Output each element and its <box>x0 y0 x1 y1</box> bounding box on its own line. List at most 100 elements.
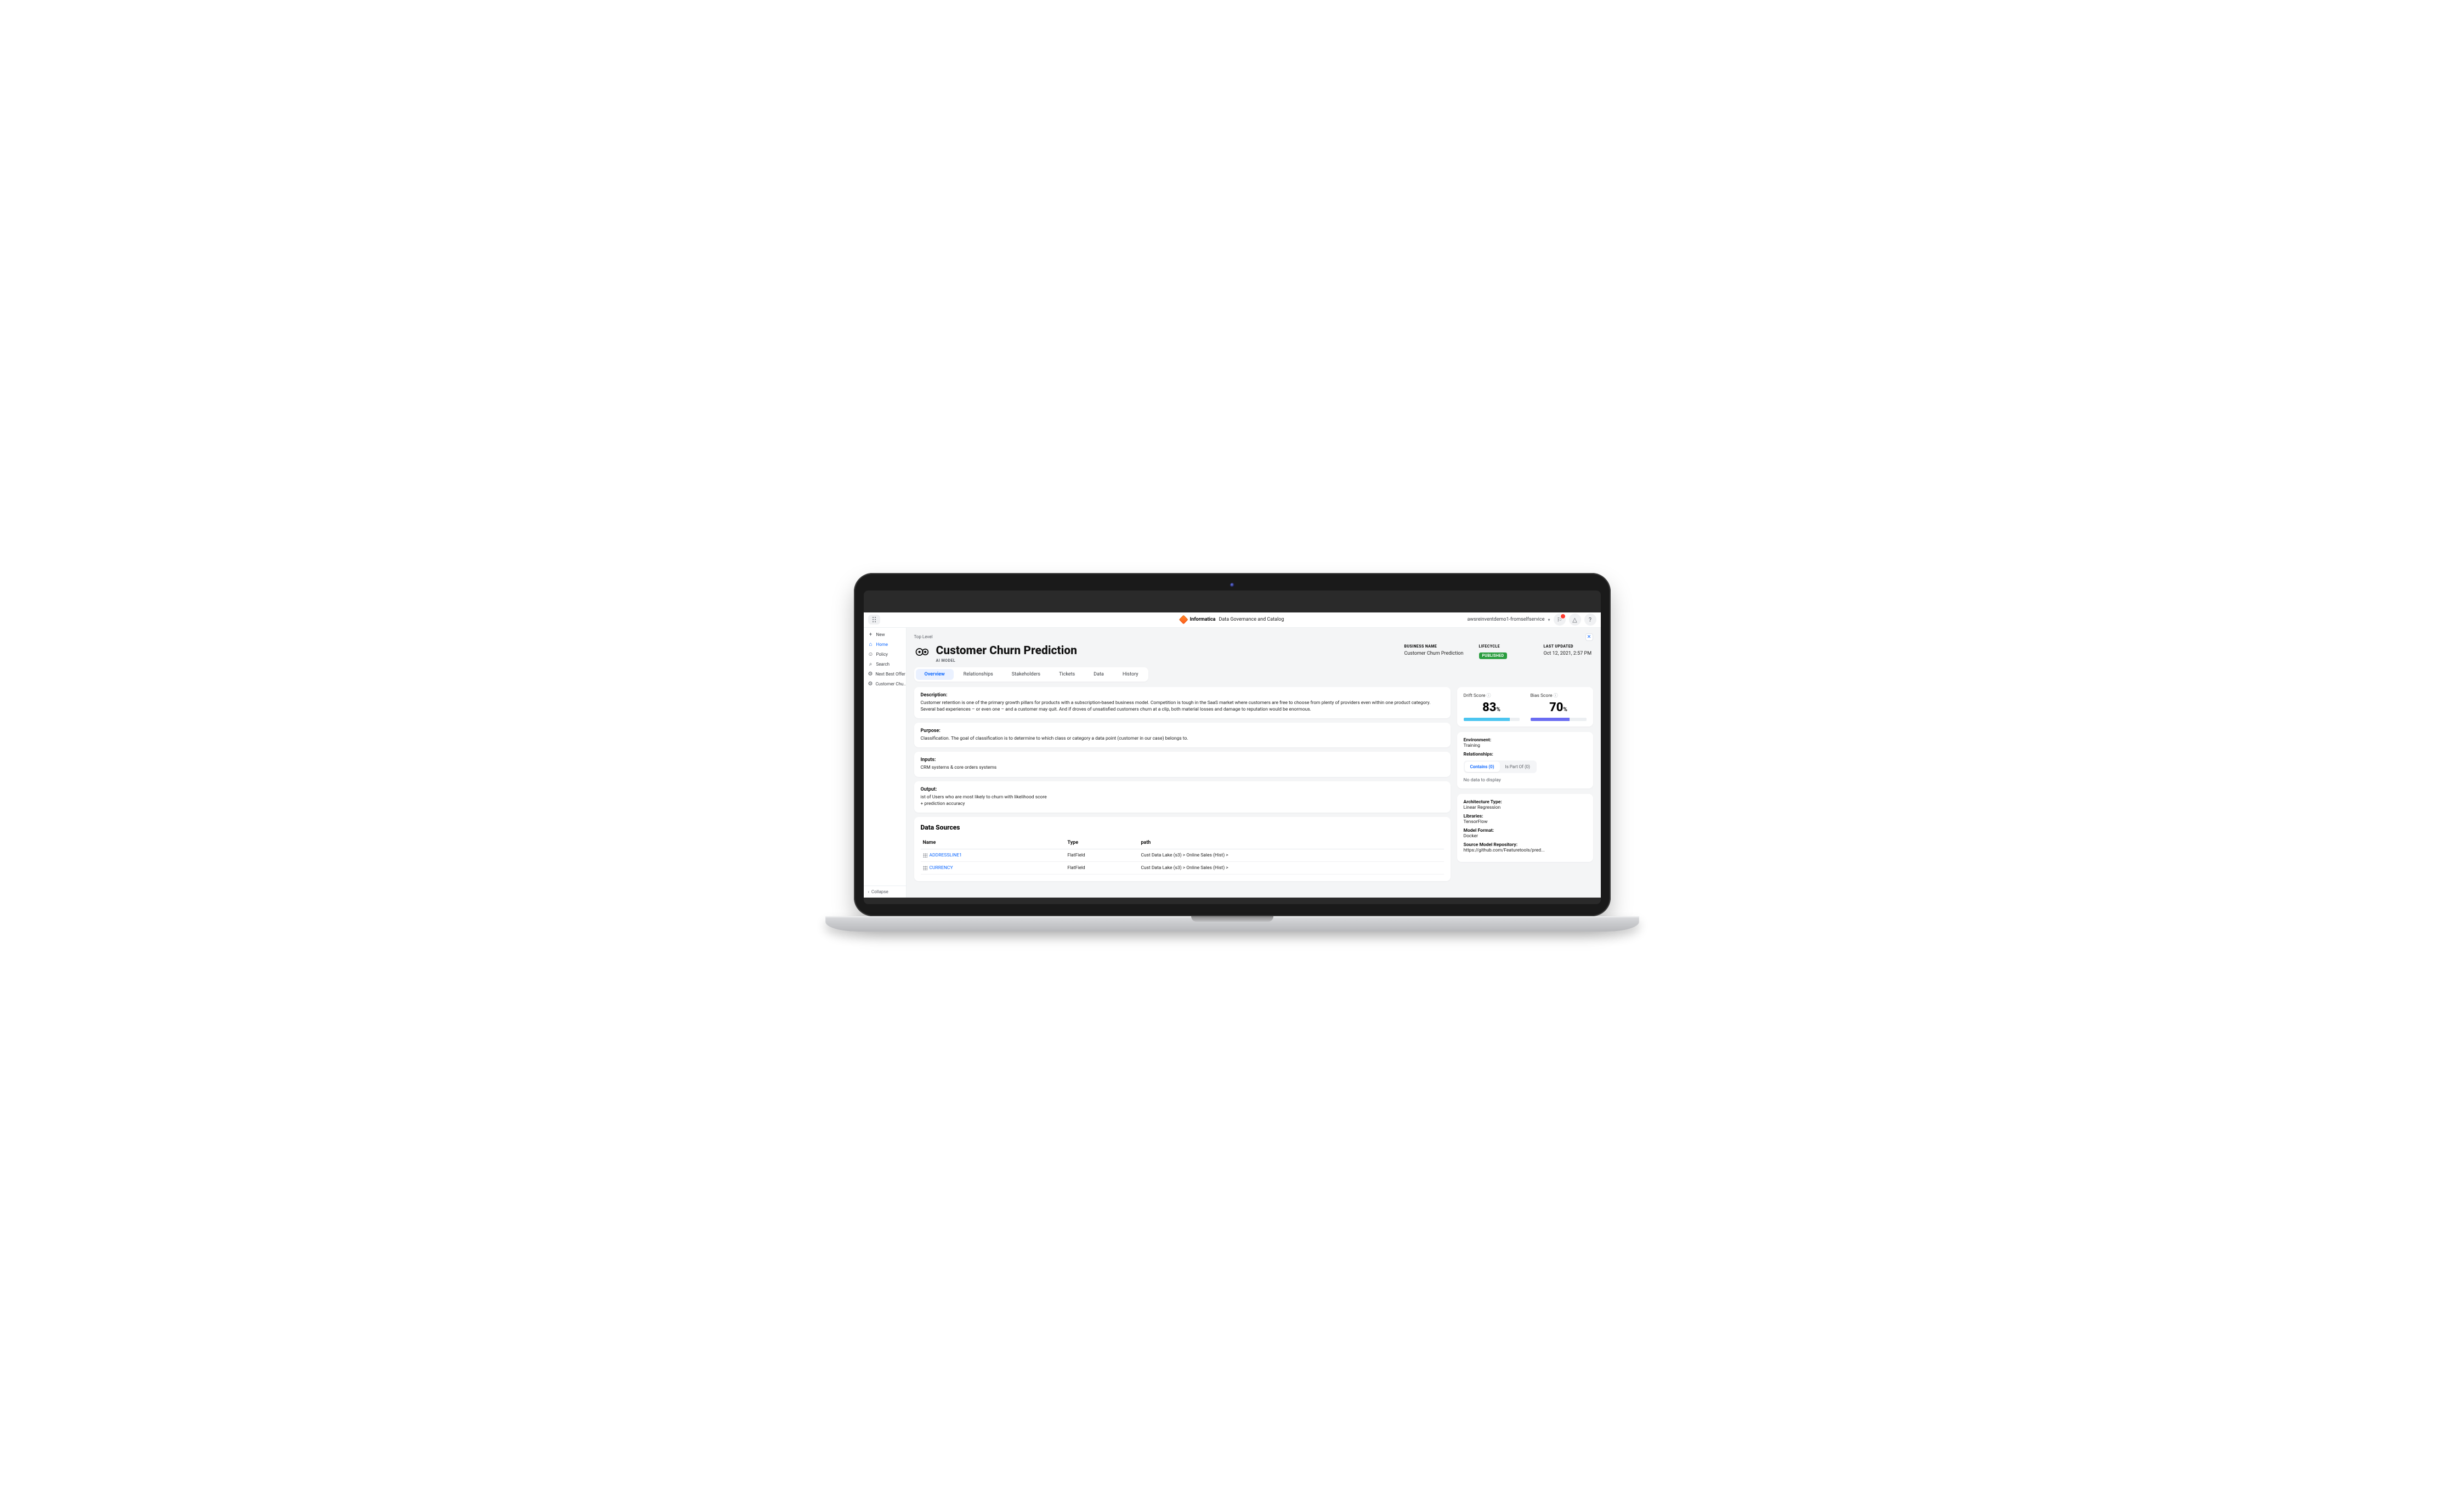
product-name: Data Governance and Catalog <box>1219 617 1284 622</box>
inputs-title: Inputs: <box>921 757 1444 763</box>
sidebar-item-label: Customer Chu... <box>875 682 905 686</box>
main-panel: Top Level ✕ Customer Churn Prediction <box>907 628 1601 898</box>
breadcrumb[interactable]: Top Level <box>914 634 933 639</box>
collapse-button[interactable]: ‹ Collapse <box>864 886 906 898</box>
output-card: Output: ist of Users who are most likely… <box>914 781 1451 813</box>
purpose-body: Classification. The goal of classificati… <box>921 735 1444 742</box>
data-source-link[interactable]: CURRENCY <box>930 865 953 871</box>
model-format-value: Docker <box>1464 833 1479 839</box>
architecture-value: Linear Regression <box>1464 805 1501 810</box>
drag-icon[interactable] <box>923 866 927 870</box>
last-updated-label: Last Updated <box>1544 644 1593 649</box>
description-card: Description: Customer retention is one o… <box>914 687 1451 719</box>
sidebar: +New⌂Home☺Policy⌕Search⚙Next Best Offer⚙… <box>864 628 907 898</box>
topbar: Informatica Data Governance and Catalog … <box>864 612 1601 628</box>
sidebar-item-search[interactable]: ⌕Search <box>864 660 906 669</box>
inputs-body: CRM systems & core orders systems <box>921 764 1444 771</box>
tab-overview[interactable]: Overview <box>916 669 954 680</box>
account-name[interactable]: awsreinventdemo1-fromselfservice <box>1467 617 1544 622</box>
contains-tab[interactable]: Contains (0) <box>1465 762 1500 772</box>
sidebar-item-label: Search <box>876 662 890 667</box>
info-icon[interactable]: ⓘ <box>1487 693 1491 698</box>
table-row[interactable]: CURRENCY FlatFieldCust Data Lake (s3) > O… <box>921 862 1444 875</box>
table-row[interactable]: ADDRESSLINE1 FlatFieldCust Data Lake (s3)… <box>921 849 1444 862</box>
repo-value: https://github.com/Featuretools/pred... <box>1464 848 1545 853</box>
output-body: ist of Users who are most likely to chur… <box>921 794 1444 808</box>
path-cell: Cust Data Lake (s3) > Online Sales (Hist… <box>1138 849 1443 862</box>
type-cell: FlatField <box>1065 862 1138 875</box>
tab-stakeholders[interactable]: Stakeholders <box>1003 669 1049 680</box>
data-sources-table: NameTypepath ADDRESSLINE1 FlatFieldCust D… <box>921 837 1444 875</box>
data-sources-card: Data Sources NameTypepath ADDRESSLINE1 Fl… <box>914 817 1451 881</box>
tab-tickets[interactable]: Tickets <box>1050 669 1084 680</box>
bias-score-label: Bias Score <box>1531 693 1553 699</box>
sidebar-item-new[interactable]: +New <box>864 630 906 640</box>
page-title: Customer Churn Prediction <box>936 644 1398 657</box>
inputs-card: Inputs: CRM systems & core orders system… <box>914 752 1451 776</box>
libraries-label: Libraries: <box>1464 814 1587 819</box>
sidebar-item-label: Next Best Offer <box>875 672 905 677</box>
brand-name: Informatica <box>1190 617 1216 622</box>
laptop-base <box>825 916 1639 932</box>
tab-relationships[interactable]: Relationships <box>955 669 1002 680</box>
laptop-frame: Informatica Data Governance and Catalog … <box>854 573 1611 932</box>
data-source-link[interactable]: ADDRESSLINE1 <box>930 853 962 858</box>
asset-type: AI Model <box>936 659 1398 663</box>
chevron-left-icon: ‹ <box>868 889 869 894</box>
relationships-label: Relationships: <box>1464 752 1587 757</box>
environment-value: Training <box>1464 743 1480 748</box>
bias-score-value: 70% <box>1531 701 1587 714</box>
sidebar-item-customer-chu-[interactable]: ⚙Customer Chu... <box>864 679 906 689</box>
sidebar-item-policy[interactable]: ☺Policy <box>864 650 906 660</box>
sidebar-icon: ⚙ <box>868 682 873 687</box>
drift-score-value: 83% <box>1464 701 1520 714</box>
type-cell: FlatField <box>1065 849 1138 862</box>
data-sources-title: Data Sources <box>921 824 1444 831</box>
description-body: Customer retention is one of the primary… <box>921 700 1444 713</box>
sidebar-item-label: New <box>876 632 885 637</box>
sidebar-item-home[interactable]: ⌂Home <box>864 640 906 650</box>
repo-label: Source Model Repository: <box>1464 842 1587 848</box>
drift-score-label: Drift Score <box>1464 693 1486 699</box>
sidebar-icon: ☺ <box>868 652 874 657</box>
user-button[interactable]: △ <box>1569 614 1581 626</box>
purpose-card: Purpose: Classification. The goal of cla… <box>914 723 1451 747</box>
help-button[interactable]: ? <box>1584 614 1596 626</box>
sidebar-icon: ⚙ <box>868 672 873 677</box>
libraries-value: TensorFlow <box>1464 819 1488 825</box>
app-grip-icon[interactable] <box>868 615 880 625</box>
close-button[interactable]: ✕ <box>1585 633 1593 641</box>
business-name-label: Business Name <box>1404 644 1463 649</box>
is-part-of-tab[interactable]: Is Part Of (0) <box>1500 762 1536 772</box>
collapse-label: Collapse <box>871 889 888 894</box>
tab-data[interactable]: Data <box>1085 669 1113 680</box>
column-header[interactable]: Name <box>921 837 1066 849</box>
description-title: Description: <box>921 693 1444 698</box>
business-name-value: Customer Churn Prediction <box>1404 651 1463 656</box>
notifications-button[interactable]: ⚐ <box>1554 614 1566 626</box>
no-data-message: No data to display <box>1464 777 1587 783</box>
sidebar-icon: ⌂ <box>868 642 874 648</box>
chevron-down-icon[interactable]: ▾ <box>1548 617 1550 622</box>
sidebar-item-next-best-offer[interactable]: ⚙Next Best Offer <box>864 669 906 679</box>
sidebar-icon: + <box>868 632 874 638</box>
output-title: Output: <box>921 787 1444 792</box>
info-icon[interactable]: ⓘ <box>1554 693 1558 698</box>
tab-history[interactable]: History <box>1114 669 1147 680</box>
camera-icon <box>1230 583 1234 587</box>
brand-logo-icon <box>1179 615 1188 625</box>
column-header[interactable]: path <box>1138 837 1443 849</box>
environment-label: Environment: <box>1464 737 1587 743</box>
ai-model-icon <box>914 644 930 660</box>
tabs: OverviewRelationshipsStakeholdersTickets… <box>914 667 1149 682</box>
path-cell: Cust Data Lake (s3) > Online Sales (Hist… <box>1138 862 1443 875</box>
scores-card: Drift Scoreⓘ 83% Bias Scoreⓘ 70% <box>1457 687 1593 727</box>
drag-icon[interactable] <box>923 853 927 858</box>
drift-score-bar <box>1464 718 1520 721</box>
column-header[interactable]: Type <box>1065 837 1138 849</box>
architecture-label: Architecture Type: <box>1464 799 1587 805</box>
environment-card: Environment:Training Relationships: Cont… <box>1457 732 1593 788</box>
sidebar-icon: ⌕ <box>868 662 874 667</box>
model-details-card: Architecture Type:Linear Regression Libr… <box>1457 794 1593 862</box>
sidebar-item-label: Home <box>876 642 888 647</box>
